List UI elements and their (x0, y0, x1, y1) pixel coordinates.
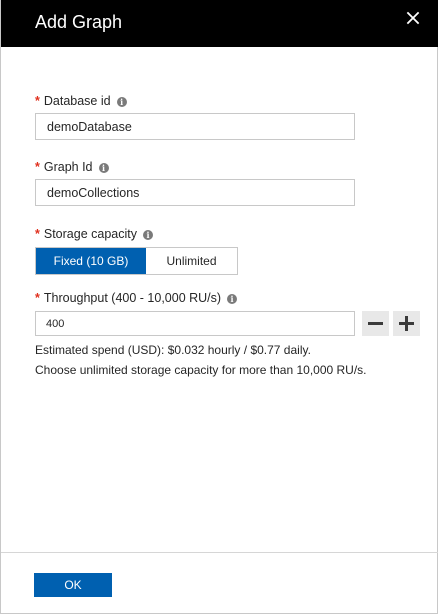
database-id-input[interactable] (35, 113, 355, 140)
minus-glyph (368, 322, 383, 325)
graph-id-input[interactable] (35, 179, 355, 206)
info-icon[interactable]: i (227, 294, 238, 304)
graph-id-label-row: * Graph Id i (35, 159, 109, 175)
storage-capacity-label-row: * Storage capacity i (35, 226, 153, 242)
database-id-label-row: * Database id i (35, 93, 127, 109)
minus-icon[interactable] (362, 311, 389, 336)
throughput-label-row: * Throughput (400 - 10,000 RU/s) i (35, 290, 238, 306)
storage-option-unlimited[interactable]: Unlimited (146, 248, 237, 274)
panel-title: Add Graph (35, 12, 123, 32)
required-marker: * (35, 227, 40, 241)
footer-divider (1, 552, 438, 553)
database-id-label: Database id (43, 94, 111, 108)
required-marker: * (35, 94, 40, 108)
storage-option-fixed[interactable]: Fixed (10 GB) (36, 248, 146, 274)
close-icon-glyph (406, 11, 420, 25)
info-icon[interactable]: i (142, 230, 153, 240)
add-graph-panel: Add Graph *Database idi *Graph Idi *Stor… (0, 0, 438, 614)
panel-header: Add Graph (1, 0, 438, 47)
estimated-spend-text: Estimated spend (USD): $0.032 hourly / $… (35, 343, 311, 357)
storage-capacity-label: Storage capacity (43, 227, 137, 241)
close-icon[interactable] (405, 10, 421, 26)
info-icon[interactable]: i (116, 97, 127, 107)
throughput-label: Throughput (400 - 10,000 RU/s) (43, 291, 222, 305)
required-marker: * (35, 291, 40, 305)
info-icon[interactable]: i (98, 163, 109, 173)
throughput-input[interactable] (35, 311, 355, 336)
ok-button[interactable]: OK (34, 573, 112, 597)
plus-glyph-vertical (405, 316, 408, 331)
required-marker: * (35, 160, 40, 174)
unlimited-hint-text: Choose unlimited storage capacity for mo… (35, 363, 367, 377)
storage-capacity-toggle: Fixed (10 GB) Unlimited (35, 247, 238, 275)
graph-id-label: Graph Id (43, 160, 93, 174)
plus-icon[interactable] (393, 311, 420, 336)
